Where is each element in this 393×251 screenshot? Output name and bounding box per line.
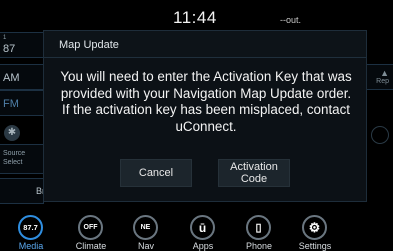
source-select-button[interactable]: Source Select bbox=[0, 144, 44, 174]
activation-label-line2: Code bbox=[240, 173, 268, 185]
radio-icon: 87.7 bbox=[18, 215, 43, 240]
nav-phone-label: Phone bbox=[245, 241, 273, 251]
nav-nav-label: Nav bbox=[137, 241, 154, 251]
nav-climate-label: Climate bbox=[75, 241, 107, 251]
dialog-title: Map Update bbox=[59, 39, 119, 51]
cancel-button[interactable]: Cancel bbox=[120, 159, 192, 187]
nav-media[interactable]: 87.7 Media bbox=[7, 210, 55, 251]
replay-arrow-icon: ▲ bbox=[380, 68, 389, 78]
outside-temperature: --out. bbox=[280, 15, 302, 25]
am-label: AM bbox=[3, 72, 20, 84]
preset-button[interactable]: 1 87 bbox=[0, 32, 44, 58]
settings-icon: ⚙ bbox=[302, 215, 327, 240]
nav-climate[interactable]: OFF Climate bbox=[67, 210, 115, 251]
cancel-label: Cancel bbox=[138, 167, 174, 179]
activation-label: Activation Code bbox=[230, 161, 278, 185]
nav-nav[interactable]: NE Nav bbox=[122, 210, 170, 251]
compass-icon: NE bbox=[133, 215, 158, 240]
dialog-header: Map Update bbox=[44, 31, 366, 58]
nav-media-label: Media bbox=[18, 241, 44, 251]
bottom-navigation: 87.7 Media OFF Climate NE Nav ū Apps ▯ P… bbox=[0, 210, 393, 251]
clock: 11:44 bbox=[173, 8, 217, 27]
nav-phone[interactable]: ▯ Phone bbox=[235, 210, 283, 251]
round-control-icon[interactable] bbox=[371, 126, 389, 144]
preset-frequency: 87 bbox=[3, 43, 16, 55]
nav-settings[interactable]: ⚙ Settings bbox=[291, 210, 339, 251]
map-update-dialog: Map Update You will need to enter the Ac… bbox=[43, 30, 367, 202]
source-select-line2: Select bbox=[3, 159, 23, 166]
phone-icon: ▯ bbox=[246, 215, 271, 240]
source-select-line1: Source bbox=[3, 150, 26, 157]
activation-label-line1: Activation bbox=[230, 161, 278, 173]
dialog-message: You will need to enter the Activation Ke… bbox=[60, 69, 352, 134]
preset-number: 1 bbox=[3, 35, 7, 41]
uconnect-screen: 11:44 --out. 1 87 AM FM ✱ Source Select … bbox=[0, 0, 393, 251]
activation-code-button[interactable]: Activation Code bbox=[218, 159, 290, 187]
nav-apps-label: Apps bbox=[192, 241, 214, 251]
fm-button[interactable]: FM bbox=[0, 90, 44, 116]
browse-button[interactable]: Br bbox=[0, 178, 45, 204]
am-button[interactable]: AM bbox=[0, 64, 44, 90]
bluetooth-icon[interactable]: ✱ bbox=[4, 125, 20, 141]
nav-settings-label: Settings bbox=[298, 241, 332, 251]
replay-label: Rep bbox=[376, 78, 389, 85]
fm-label: FM bbox=[3, 98, 19, 110]
climate-icon: OFF bbox=[78, 215, 103, 240]
apps-icon: ū bbox=[190, 215, 215, 240]
status-bar: 11:44 --out. bbox=[0, 0, 393, 30]
nav-apps[interactable]: ū Apps bbox=[179, 210, 227, 251]
